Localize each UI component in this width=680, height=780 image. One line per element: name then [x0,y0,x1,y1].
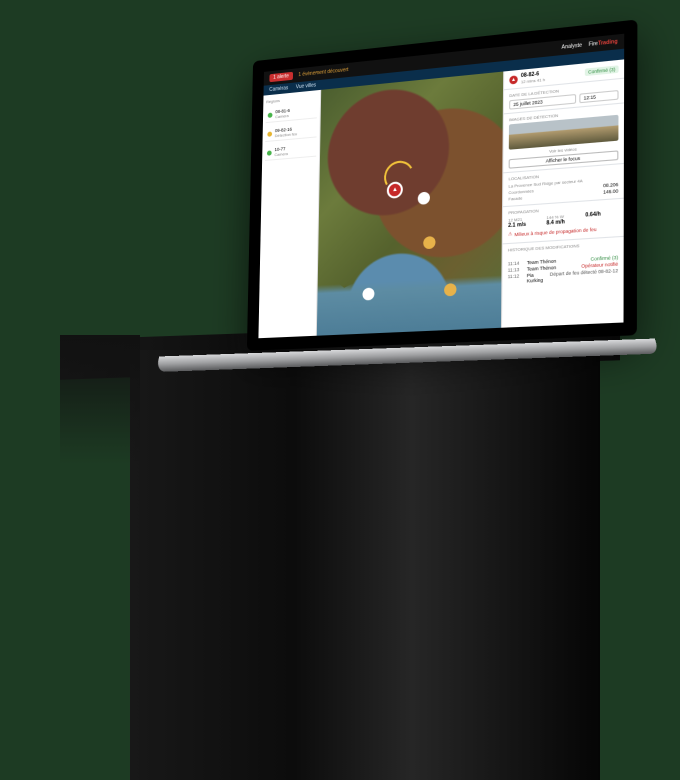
history-time: 11:14 [508,260,523,266]
detail-panel: ▲ 08-82-6 12 mins 41 h Confirmé (3) DATE… [501,59,624,327]
sidebar-item-sub: Détection feu [275,131,297,138]
time-input[interactable]: 12:15 [579,90,618,103]
status-dot-icon [267,150,272,155]
history-list: 11:14 Team Thénon Confirmé (3) 11:13 Tea… [502,251,623,288]
history-status: Départ de feu détecté 08-82-12 [550,268,618,283]
history-time: 11:12 [508,273,523,285]
status-dot-icon [267,131,272,136]
sidebar-item-0[interactable]: 08-81-6 Camera [266,103,317,123]
tab-cameras[interactable]: Caméras [269,85,288,93]
sidebar-item-sub: Camera [274,151,288,157]
prop3-value: 0.64/h [585,210,618,219]
facade-label: Facade [508,195,522,201]
screen-bezel: 1 alerte 1 évènement découvert Analyste … [247,19,638,350]
warning-icon: ⚠ [508,231,512,238]
tab-cities[interactable]: Vue villes [296,82,316,90]
section-label: HISTORIQUE DES MODIFICATIONS [508,241,618,253]
podium-front [130,350,600,780]
status-dot-icon [268,112,273,117]
laptop-mockup: 1 alerte 1 évènement découvert Analyste … [250,60,630,350]
section-images: IMAGES DE DÉTECTION Voir les vidéos Affi… [503,103,624,173]
history-time: 11:13 [508,267,523,273]
sidebar-heading: Régions [266,94,317,104]
app-screen: 1 alerte 1 évènement découvert Analyste … [258,34,624,339]
sidebar-item-1[interactable]: 09-82-16 Détection feu [265,122,316,142]
sidebar-item-sub: Camera [275,113,290,119]
facade-value: 146.00 [603,188,618,195]
brand-logo: FireTrading [589,39,618,48]
status-badge: Confirmé (3) [585,65,619,76]
incident-age: 12 mins 41 h [521,77,545,85]
left-sidebar: Régions 08-81-6 Camera [258,90,321,338]
history-who: Pia Kurking [527,272,546,284]
user-role[interactable]: Analyste [561,42,582,51]
sidebar-item-2[interactable]: 10-77 Camera [265,141,317,160]
podium-shadow [60,335,140,765]
fire-icon: ▲ [509,75,517,84]
map-canvas[interactable]: ▲ [317,72,503,336]
alert-text: 1 évènement découvert [298,67,348,78]
alert-badge[interactable]: 1 alerte [269,72,292,82]
coord-value: 08.206 [603,182,618,189]
